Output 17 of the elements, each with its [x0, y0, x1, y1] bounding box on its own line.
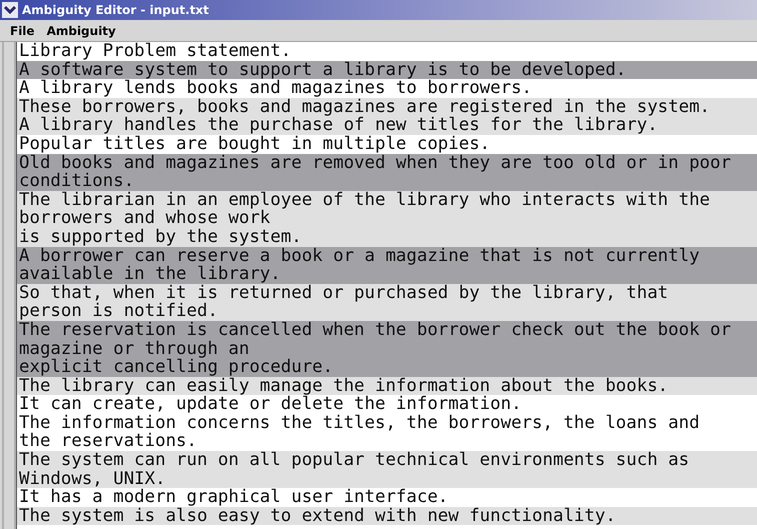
- window-menu-button[interactable]: [2, 2, 18, 18]
- menu-item[interactable]: File: [10, 22, 35, 40]
- sentence-text: A library handles the purchase of new titles for the library.: [17, 116, 757, 135]
- chevron-down-icon: [4, 5, 16, 15]
- sentence-text: A borrower can reserve a book or a magazine that is not currently available in the library.: [17, 246, 757, 284]
- sentence-text: Old books and magazines are removed when they are too old or in poor conditions.: [17, 154, 757, 191]
- sentence-text: The reservation is cancelled when the borrower check out the book or magazine or through an explicit cancelling procedure.: [17, 320, 757, 377]
- sentence-text: The system is also easy to extend with new functionality.: [17, 506, 757, 526]
- sentence-text: A software system to support a library is to be developed.: [17, 60, 757, 80]
- text-area[interactable]: [16, 42, 757, 529]
- sentence-text: So that, when it is returned or purchased by the library, that person is notified.: [17, 284, 757, 321]
- sentence-text: The library can easily manage the information about the books.: [17, 376, 757, 396]
- sentence-text: These borrowers, books and magazines are registered in the system.: [17, 98, 757, 116]
- menu-item[interactable]: Ambiguity: [46, 22, 116, 40]
- sentence-text: The system can run on all popular technical environments such as Windows, UNIX.: [17, 451, 757, 488]
- sentence-text: The librarian in an employee of the library who interacts with the borrowers and whose work is supported by the system.: [17, 190, 757, 247]
- window-title: Ambiguity Editor - input.txt: [22, 4, 209, 16]
